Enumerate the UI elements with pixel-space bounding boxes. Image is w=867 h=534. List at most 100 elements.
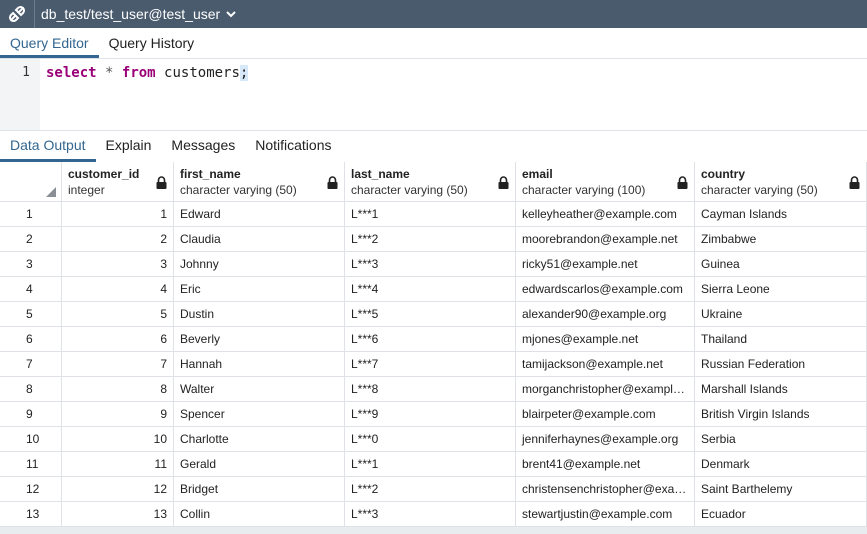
tab-data-output[interactable]: Data Output <box>0 131 96 162</box>
row-number-cell[interactable]: 1 <box>0 202 62 227</box>
cell-last-name[interactable]: L***3 <box>345 502 516 527</box>
cell-email[interactable]: stewartjustin@example.com <box>516 502 695 527</box>
row-number-cell[interactable]: 4 <box>0 277 62 302</box>
table-row[interactable]: 12 12 Bridget L***2 christensenchristopher@e… <box>0 477 867 502</box>
horizontal-scrollbar[interactable] <box>0 527 867 534</box>
column-header-customer-id[interactable]: customer_id integer <box>62 162 174 202</box>
table-row[interactable]: 5 5 Dustin L***5 alexander90@example.org Ukra… <box>0 302 867 327</box>
cell-first-name[interactable]: Spencer <box>174 402 345 427</box>
cell-first-name[interactable]: Hannah <box>174 352 345 377</box>
cell-country[interactable]: Sierra Leone <box>695 277 867 302</box>
cell-country[interactable]: Denmark <box>695 452 867 477</box>
table-row[interactable]: 3 3 Johnny L***3 ricky51@example.net Guinea <box>0 252 867 277</box>
cell-last-name[interactable]: L***2 <box>345 477 516 502</box>
tab-query-history[interactable]: Query History <box>99 28 205 58</box>
cell-country[interactable]: Ecuador <box>695 502 867 527</box>
cell-customer-id[interactable]: 6 <box>62 327 174 352</box>
row-number-cell[interactable]: 9 <box>0 402 62 427</box>
cell-first-name[interactable]: Charlotte <box>174 427 345 452</box>
cell-last-name[interactable]: L***7 <box>345 352 516 377</box>
cell-customer-id[interactable]: 5 <box>62 302 174 327</box>
tab-query-editor[interactable]: Query Editor <box>0 28 99 58</box>
tab-explain[interactable]: Explain <box>96 131 162 162</box>
cell-last-name[interactable]: L***1 <box>345 452 516 477</box>
cell-email[interactable]: mjones@example.net <box>516 327 695 352</box>
connection-title[interactable]: db_test/test_user@test_user <box>41 6 220 22</box>
table-row[interactable]: 7 7 Hannah L***7 tamijackson@example.net Russ… <box>0 352 867 377</box>
table-row[interactable]: 11 11 Gerald L***1 brent41@example.net Denmar… <box>0 452 867 477</box>
cell-customer-id[interactable]: 4 <box>62 277 174 302</box>
row-number-cell[interactable]: 12 <box>0 477 62 502</box>
column-header-last-name[interactable]: last_name character varying (50) <box>345 162 516 202</box>
cell-country[interactable]: Ukraine <box>695 302 867 327</box>
cell-country[interactable]: Saint Barthelemy <box>695 477 867 502</box>
cell-country[interactable]: Serbia <box>695 427 867 452</box>
data-grid[interactable]: customer_id integer first_name character… <box>0 162 867 534</box>
row-number-cell[interactable]: 10 <box>0 427 62 452</box>
cell-country[interactable]: Guinea <box>695 252 867 277</box>
cell-country[interactable]: Cayman Islands <box>695 202 867 227</box>
cell-first-name[interactable]: Gerald <box>174 452 345 477</box>
row-number-cell[interactable]: 3 <box>0 252 62 277</box>
chevron-down-icon[interactable] <box>226 10 236 18</box>
cell-country[interactable]: Marshall Islands <box>695 377 867 402</box>
cell-email[interactable]: alexander90@example.org <box>516 302 695 327</box>
cell-customer-id[interactable]: 3 <box>62 252 174 277</box>
cell-first-name[interactable]: Eric <box>174 277 345 302</box>
cell-first-name[interactable]: Bridget <box>174 477 345 502</box>
row-number-cell[interactable]: 8 <box>0 377 62 402</box>
cell-last-name[interactable]: L***8 <box>345 377 516 402</box>
table-row[interactable]: 13 13 Collin L***3 stewartjustin@example.com… <box>0 502 867 527</box>
cell-last-name[interactable]: L***9 <box>345 402 516 427</box>
cell-email[interactable]: moorebrandon@example.net <box>516 227 695 252</box>
cell-last-name[interactable]: L***3 <box>345 252 516 277</box>
cell-email[interactable]: blairpeter@example.com <box>516 402 695 427</box>
table-row[interactable]: 1 1 Edward L***1 kelleyheather@example.com Ca… <box>0 202 867 227</box>
table-row[interactable]: 4 4 Eric L***4 edwardscarlos@example.com Sier… <box>0 277 867 302</box>
cell-country[interactable]: Russian Federation <box>695 352 867 377</box>
column-header-first-name[interactable]: first_name character varying (50) <box>174 162 345 202</box>
row-number-cell[interactable]: 13 <box>0 502 62 527</box>
cell-email[interactable]: kelleyheather@example.com <box>516 202 695 227</box>
cell-last-name[interactable]: L***2 <box>345 227 516 252</box>
row-number-cell[interactable]: 6 <box>0 327 62 352</box>
cell-first-name[interactable]: Dustin <box>174 302 345 327</box>
cell-first-name[interactable]: Collin <box>174 502 345 527</box>
cell-customer-id[interactable]: 10 <box>62 427 174 452</box>
table-row[interactable]: 6 6 Beverly L***6 mjones@example.net Thailand <box>0 327 867 352</box>
table-row[interactable]: 2 2 Claudia L***2 moorebrandon@example.net Zi… <box>0 227 867 252</box>
cell-last-name[interactable]: L***4 <box>345 277 516 302</box>
cell-first-name[interactable]: Claudia <box>174 227 345 252</box>
tab-messages[interactable]: Messages <box>161 131 245 162</box>
table-row[interactable]: 10 10 Charlotte L***0 jenniferhaynes@example… <box>0 427 867 452</box>
table-row[interactable]: 9 9 Spencer L***9 blairpeter@example.com Brit… <box>0 402 867 427</box>
row-number-cell[interactable]: 11 <box>0 452 62 477</box>
cell-customer-id[interactable]: 11 <box>62 452 174 477</box>
cell-email[interactable]: morganchristopher@example.… <box>516 377 695 402</box>
cell-first-name[interactable]: Johnny <box>174 252 345 277</box>
table-row[interactable]: 8 8 Walter L***8 morganchristopher@example.…… <box>0 377 867 402</box>
cell-email[interactable]: edwardscarlos@example.com <box>516 277 695 302</box>
cell-first-name[interactable]: Edward <box>174 202 345 227</box>
column-header-email[interactable]: email character varying (100) <box>516 162 695 202</box>
cell-country[interactable]: Thailand <box>695 327 867 352</box>
cell-customer-id[interactable]: 9 <box>62 402 174 427</box>
cell-email[interactable]: christensenchristopher@exa… <box>516 477 695 502</box>
tab-notifications[interactable]: Notifications <box>245 131 341 162</box>
cell-last-name[interactable]: L***1 <box>345 202 516 227</box>
cell-email[interactable]: jenniferhaynes@example.org <box>516 427 695 452</box>
row-number-cell[interactable]: 5 <box>0 302 62 327</box>
column-header-country[interactable]: country character varying (50) <box>695 162 867 202</box>
cell-country[interactable]: Zimbabwe <box>695 227 867 252</box>
cell-customer-id[interactable]: 1 <box>62 202 174 227</box>
cell-customer-id[interactable]: 2 <box>62 227 174 252</box>
cell-customer-id[interactable]: 13 <box>62 502 174 527</box>
cell-customer-id[interactable]: 7 <box>62 352 174 377</box>
sql-editor[interactable]: 1 select * from customers; <box>0 59 867 131</box>
cell-country[interactable]: British Virgin Islands <box>695 402 867 427</box>
cell-email[interactable]: brent41@example.net <box>516 452 695 477</box>
cell-last-name[interactable]: L***5 <box>345 302 516 327</box>
connection-icon[interactable] <box>0 0 35 28</box>
cell-last-name[interactable]: L***0 <box>345 427 516 452</box>
cell-first-name[interactable]: Beverly <box>174 327 345 352</box>
